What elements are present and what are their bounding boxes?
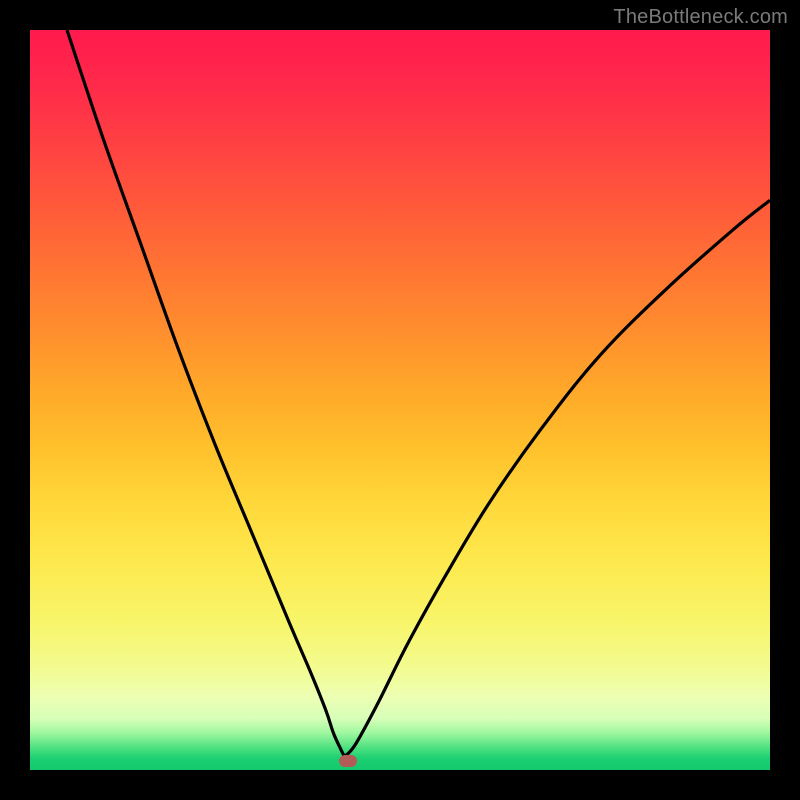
curve-right-branch — [345, 200, 771, 756]
curve-left-branch — [67, 30, 345, 757]
bottleneck-curve — [30, 30, 770, 770]
optimum-marker — [339, 755, 357, 767]
chart-frame: TheBottleneck.com — [0, 0, 800, 800]
plot-area — [30, 30, 770, 770]
attribution-label: TheBottleneck.com — [613, 6, 788, 29]
